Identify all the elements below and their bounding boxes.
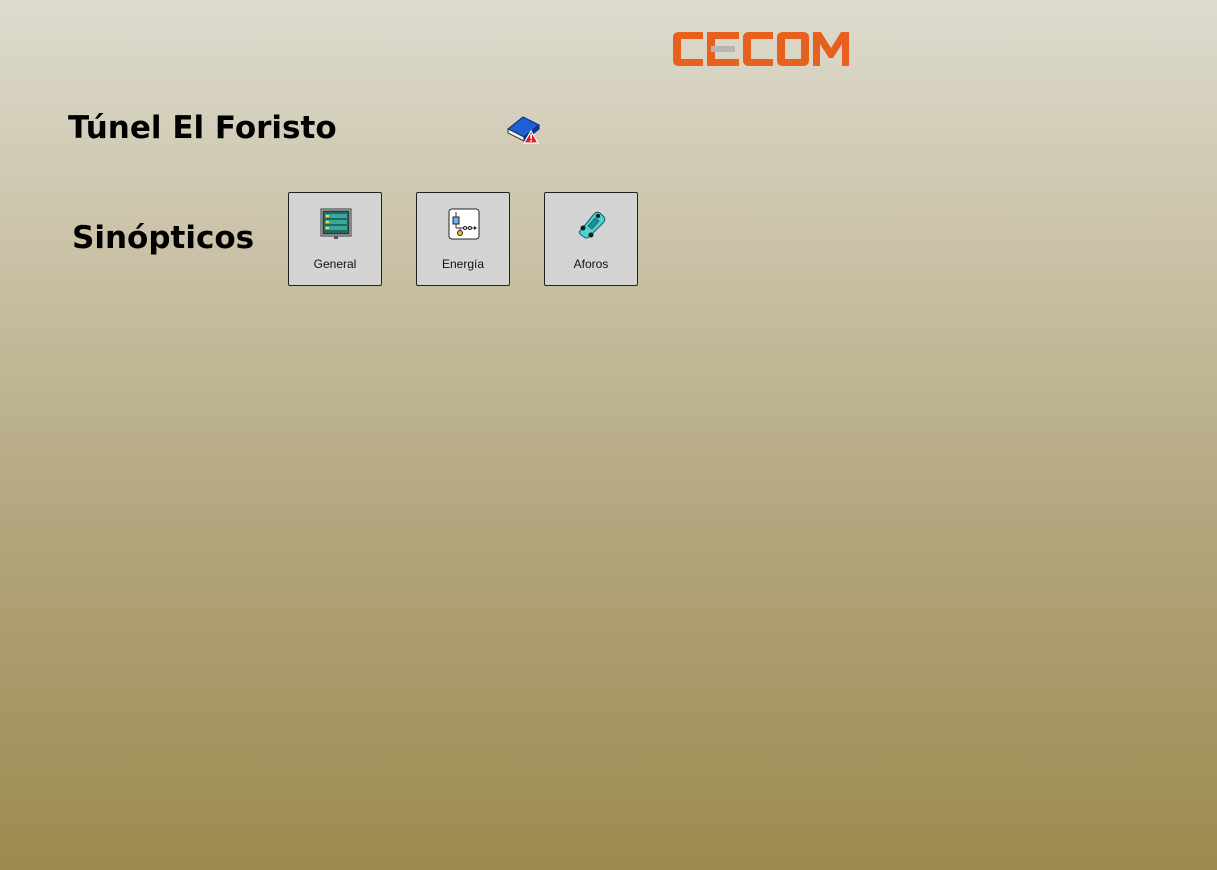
cecom-logo [673, 32, 849, 66]
electrical-diagram-icon [448, 208, 480, 240]
aforos-label: Aforos [573, 257, 609, 271]
car-icon [578, 211, 606, 239]
book-alarm-icon[interactable] [505, 113, 543, 145]
general-label: General [313, 257, 357, 271]
page-title: Túnel El Foristo [68, 110, 337, 146]
general-synoptic-button[interactable]: General [288, 192, 382, 286]
energia-synoptic-button[interactable]: Energía [416, 192, 510, 286]
synoptics-label: Sinópticos [72, 220, 255, 256]
aforos-synoptic-button[interactable]: Aforos [544, 192, 638, 286]
monitor-panel-icon [320, 208, 352, 239]
energia-label: Energía [441, 257, 485, 271]
